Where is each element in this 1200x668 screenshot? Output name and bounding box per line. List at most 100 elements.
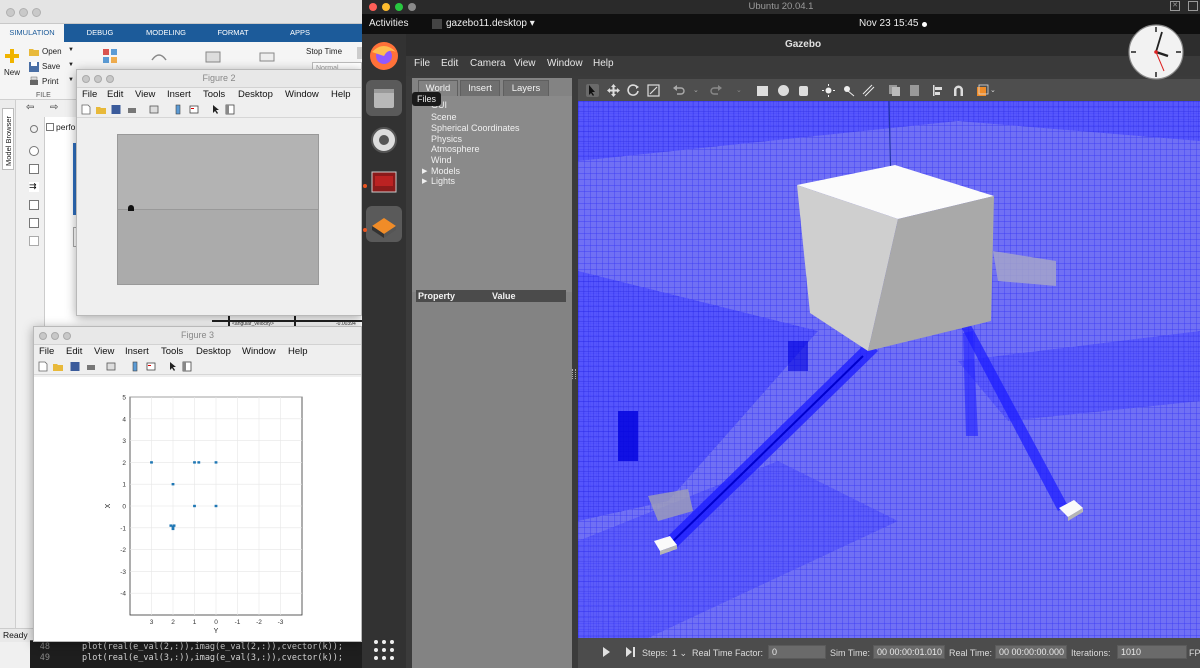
image-icon[interactable] [29, 218, 39, 228]
panel-splitter-handle[interactable] [572, 369, 576, 379]
forward-arrow-icon[interactable]: ⇨ [50, 102, 58, 113]
scale-mode-icon[interactable] [647, 84, 660, 97]
sphere-shape-icon[interactable] [777, 84, 790, 97]
open-button[interactable]: Open [42, 47, 62, 56]
clock-datetime[interactable]: Nov 23 15:45 [859, 18, 919, 29]
activities-button[interactable]: Activities [369, 18, 408, 29]
menu-view[interactable]: View [135, 89, 155, 100]
area-icon[interactable] [29, 236, 39, 246]
menu-insert[interactable]: Insert [125, 346, 149, 357]
select-mode-icon[interactable] [586, 84, 599, 97]
gz-menu-file[interactable]: File [414, 58, 430, 69]
tab-format[interactable]: FORMAT [203, 24, 263, 42]
print-icon[interactable] [127, 104, 137, 115]
signal-branch[interactable] [228, 316, 230, 326]
paste-icon[interactable] [908, 84, 921, 97]
legend-icon[interactable] [146, 361, 156, 372]
vm-titlebar[interactable]: Ubuntu 20.04.1 ✕ [362, 0, 1200, 14]
app-menu-indicator[interactable]: gazebo11.desktop ▾ [446, 18, 535, 29]
menu-file[interactable]: File [39, 346, 54, 357]
gz-menu-camera[interactable]: Camera [470, 58, 506, 69]
property-editor-icon[interactable] [225, 104, 235, 115]
data-point[interactable] [193, 461, 196, 464]
align-icon[interactable] [932, 84, 945, 97]
library-browser-icon[interactable] [102, 48, 118, 64]
data-point[interactable] [171, 483, 175, 486]
tree-item-atmosphere[interactable]: Atmosphere [431, 144, 480, 154]
signal-icon[interactable] [150, 50, 168, 64]
menu-tools[interactable]: Tools [161, 346, 183, 357]
pointer-icon[interactable] [211, 104, 221, 115]
tree-item-wind[interactable]: Wind [431, 155, 452, 165]
code-editor[interactable]: 48 plot(real(e_val(2,:)),imag(e_val(2,:))… [30, 640, 362, 668]
terminal-app-icon[interactable] [366, 164, 402, 200]
data-point[interactable] [169, 524, 173, 527]
firefox-icon[interactable] [366, 38, 402, 74]
save-icon[interactable] [70, 361, 80, 372]
gz-menu-edit[interactable]: Edit [441, 58, 458, 69]
steps-value[interactable]: 1 ⌄ [672, 648, 687, 659]
point-light-icon[interactable] [822, 84, 835, 97]
tab-insert[interactable]: Insert [460, 80, 500, 96]
copy-icon[interactable] [888, 84, 901, 97]
save-icon[interactable] [111, 104, 121, 115]
new-figure-icon[interactable] [81, 104, 91, 115]
figure-2-titlebar[interactable]: Figure 2 [77, 70, 361, 88]
tree-item-lights[interactable]: Lights [431, 176, 455, 186]
tab-layers[interactable]: Layers [503, 80, 549, 96]
open-file-icon[interactable] [53, 361, 63, 372]
print-dropdown-icon[interactable]: ▼ [68, 77, 74, 83]
tree-item-spherical-coordinates[interactable]: Spherical Coordinates [431, 123, 520, 133]
menu-window[interactable]: Window [242, 346, 276, 357]
menu-view[interactable]: View [94, 346, 114, 357]
expand-arrow-icon[interactable]: ▶ [422, 167, 427, 175]
record-icon[interactable] [204, 50, 222, 64]
window-zoom-button[interactable] [32, 8, 41, 17]
menu-window[interactable]: Window [285, 89, 319, 100]
box-shape-icon[interactable] [756, 84, 769, 97]
link-icon[interactable] [106, 361, 116, 372]
menu-tools[interactable]: Tools [203, 89, 225, 100]
undo-icon[interactable] [672, 84, 685, 97]
vm-fullscreen-icon[interactable]: ✕ [1170, 1, 1180, 11]
tree-item-scene[interactable]: Scene [431, 112, 457, 122]
new-button-label[interactable]: New [4, 68, 20, 77]
menu-edit[interactable]: Edit [107, 89, 123, 100]
pointer-icon[interactable] [168, 361, 178, 372]
undo-history-dropdown-icon[interactable]: ⌄ [693, 86, 699, 94]
snap-magnet-icon[interactable] [952, 84, 965, 97]
gz-menu-help[interactable]: Help [593, 58, 614, 69]
data-point[interactable] [197, 461, 201, 464]
data-point[interactable] [172, 524, 176, 527]
tree-item-models[interactable]: Models [431, 166, 460, 176]
gz-menu-view[interactable]: View [514, 58, 536, 69]
menu-help[interactable]: Help [331, 89, 351, 100]
menu-insert[interactable]: Insert [167, 89, 191, 100]
spot-light-icon[interactable] [842, 84, 855, 97]
directional-light-icon[interactable] [862, 84, 875, 97]
play-icon[interactable] [602, 647, 610, 657]
cylinder-shape-icon[interactable] [797, 84, 810, 97]
record-dropdown-icon[interactable]: ⌄ [990, 86, 996, 94]
figure-3-window[interactable]: Figure 3 File Edit View Insert Tools Des… [33, 326, 362, 642]
legend-icon[interactable] [189, 104, 199, 115]
fit-view-icon[interactable] [29, 164, 39, 174]
redo-icon[interactable] [710, 84, 723, 97]
open-dropdown-icon[interactable]: ▼ [68, 47, 74, 53]
arrow-icon[interactable]: ⇉ [29, 182, 39, 192]
menu-edit[interactable]: Edit [66, 346, 82, 357]
menu-desktop[interactable]: Desktop [238, 89, 273, 100]
step-icon[interactable] [258, 50, 276, 64]
translate-mode-icon[interactable] [607, 84, 620, 97]
scene-render[interactable] [578, 101, 1200, 638]
code-line[interactable]: 48 plot(real(e_val(2,:)),imag(e_val(2,:))… [30, 642, 343, 652]
window-minimize-button[interactable] [19, 8, 28, 17]
files-icon[interactable] [366, 80, 402, 116]
colorbar-icon[interactable] [130, 361, 140, 372]
software-settings-icon[interactable] [366, 122, 402, 158]
vm-settings-icon[interactable] [1188, 1, 1198, 11]
redo-history-dropdown-icon[interactable]: ⌄ [736, 86, 742, 94]
save-disk-icon[interactable] [28, 61, 40, 73]
save-button[interactable]: Save [42, 62, 60, 71]
model-browser-strip[interactable] [0, 100, 16, 630]
